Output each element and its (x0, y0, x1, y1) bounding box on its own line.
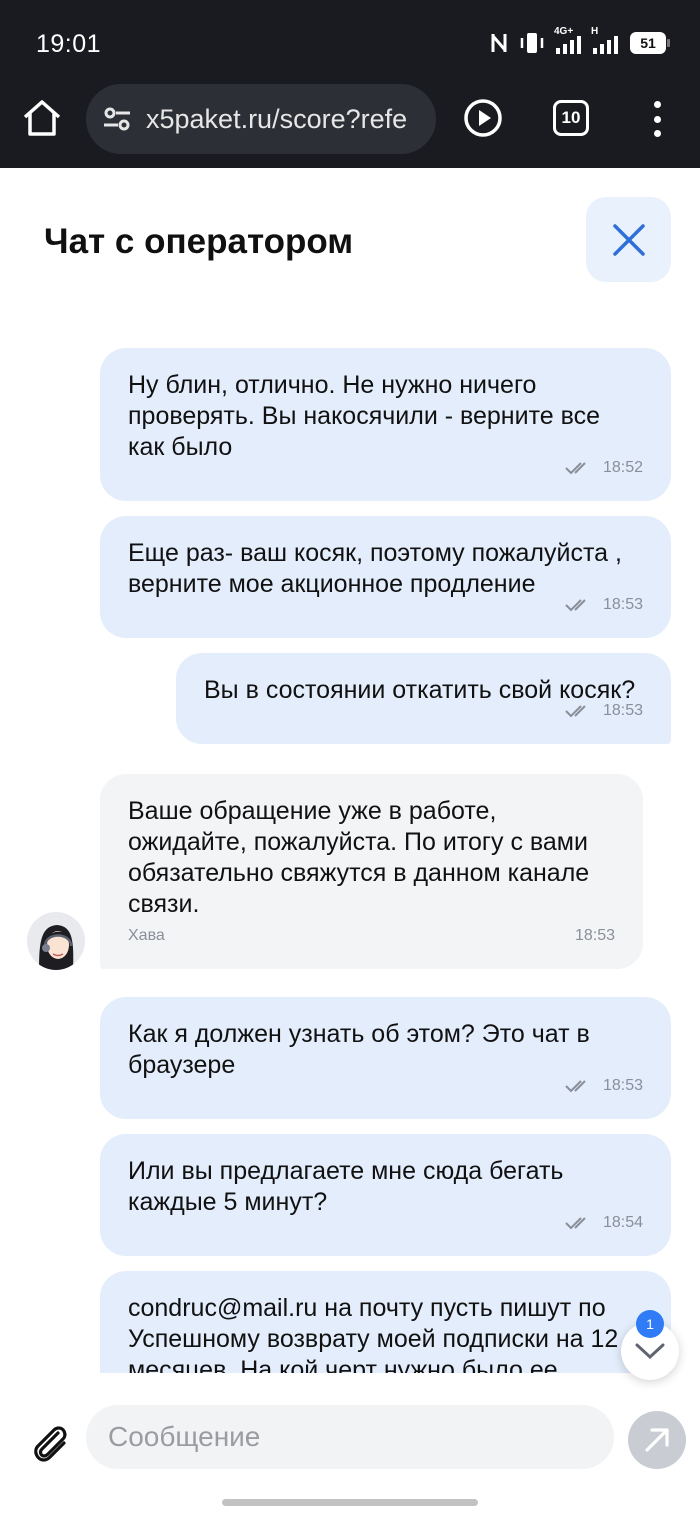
signal-icon-2: H (591, 26, 618, 54)
message-meta: 18:53 (565, 589, 643, 620)
message-text: Ваше обращение уже в работе, ожидайте, п… (128, 797, 590, 918)
home-indicator[interactable] (222, 1499, 478, 1506)
message-text: Ну блин, отлично. Не нужно ничего провер… (128, 371, 600, 461)
signal-icon: 4G+ (554, 26, 581, 54)
message-time: 18:52 (602, 459, 643, 476)
message-meta: 18:53 (565, 695, 643, 726)
message-text: condruc@mail.ru на почту пусть пишут по … (128, 1294, 619, 1373)
operator-avatar-icon (39, 925, 74, 970)
message-list[interactable]: Ну блин, отлично. Не нужно ничего провер… (0, 300, 700, 1373)
home-icon[interactable] (20, 96, 64, 140)
message-outgoing: condruc@mail.ru на почту пусть пишут по … (100, 1271, 671, 1373)
read-checkmarks-icon (565, 704, 586, 717)
message-time: 18:53 (602, 702, 643, 719)
status-time: 19:01 (36, 30, 102, 58)
read-checkmarks-icon (565, 598, 586, 611)
nfc-icon (491, 34, 507, 52)
message-outgoing: Вы в состоянии откатить свой косяк? 18:5… (176, 653, 671, 744)
message-outgoing: Еще раз- ваш косяк, поэтому пожалуйста ,… (100, 516, 671, 638)
operator-avatar (27, 912, 85, 970)
tabs-button[interactable]: 10 (553, 100, 589, 136)
play-icon[interactable] (462, 97, 504, 139)
read-checkmarks-icon (565, 461, 586, 474)
message-incoming: Ваше обращение уже в работе, ожидайте, п… (100, 774, 643, 969)
battery-icon: 51 (630, 32, 670, 54)
send-button[interactable] (628, 1411, 686, 1469)
message-time: 18:53 (602, 596, 643, 613)
message-time: 18:53 (574, 927, 615, 944)
close-button[interactable] (586, 197, 671, 282)
address-bar[interactable]: x5paket.ru/score?refe (86, 84, 436, 154)
message-input[interactable] (86, 1405, 614, 1469)
message-outgoing: Или вы предлагаете мне сюда бегать кажды… (100, 1134, 671, 1256)
close-icon (612, 223, 645, 256)
message-meta: 18:53 (565, 1070, 643, 1101)
message-time: 18:53 (602, 1077, 643, 1094)
message-meta: 18:52 (565, 452, 643, 483)
paperclip-icon[interactable] (28, 1420, 72, 1464)
unread-badge: 1 (636, 1310, 664, 1338)
site-settings-icon[interactable] (102, 105, 132, 133)
page-title: Чат с оператором (44, 222, 354, 261)
browser-chrome: 19:01 4G+ H 51 x5paket.ru/score?refe 10 (0, 0, 700, 168)
read-checkmarks-icon (565, 1079, 586, 1092)
message-meta: 18:54 (565, 1207, 643, 1238)
url-text: x5paket.ru/score?refe (146, 103, 408, 134)
message-meta: 18:53 (575, 920, 615, 951)
send-arrow-icon (645, 1428, 669, 1452)
vibrate-icon (520, 33, 544, 53)
message-time: 18:54 (602, 1214, 643, 1231)
read-checkmarks-icon (565, 1216, 586, 1229)
status-icons: 4G+ H 51 (490, 26, 670, 54)
message-outgoing: Как я должен узнать об этом? Это чат в б… (100, 997, 671, 1119)
chevron-down-icon (635, 1343, 665, 1360)
more-menu-icon[interactable] (646, 101, 668, 137)
message-sender: Хава (128, 927, 165, 944)
message-outgoing: Ну блин, отлично. Не нужно ничего провер… (100, 348, 671, 501)
